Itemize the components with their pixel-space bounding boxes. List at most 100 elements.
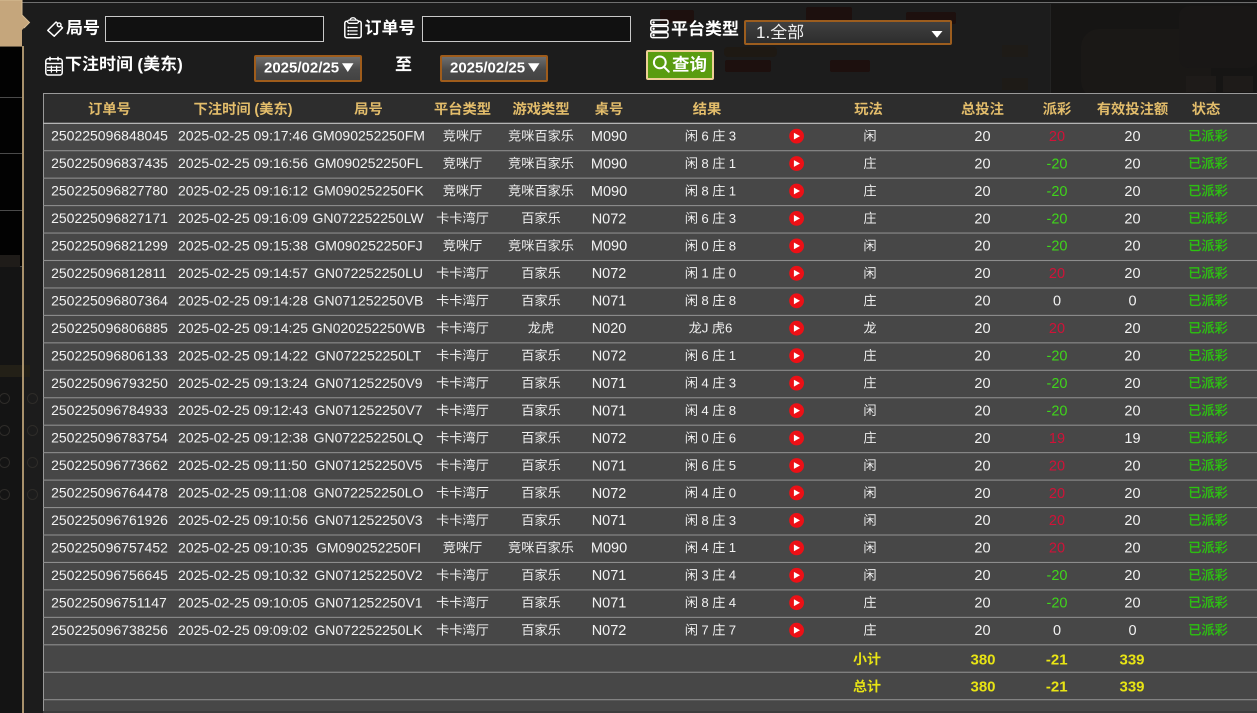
- svg-text:20: 20: [1049, 486, 1065, 502]
- svg-text:20: 20: [974, 129, 990, 145]
- svg-text:250225096783754: 250225096783754: [51, 430, 168, 446]
- svg-text:2025-02-25 09:16:09: 2025-02-25 09:16:09: [178, 210, 308, 226]
- svg-text:20: 20: [1124, 184, 1140, 200]
- svg-text:-20: -20: [1047, 403, 1068, 419]
- svg-text:20: 20: [1124, 596, 1140, 612]
- svg-text:2025-02-25 09:16:56: 2025-02-25 09:16:56: [178, 155, 308, 171]
- svg-text:1: 1: [729, 156, 736, 171]
- svg-text:20: 20: [1124, 239, 1140, 255]
- svg-text:N072: N072: [592, 431, 627, 447]
- svg-text:-20: -20: [1047, 156, 1068, 172]
- svg-text:20: 20: [974, 568, 990, 584]
- svg-text:1: 1: [729, 183, 736, 198]
- svg-text:20: 20: [974, 458, 990, 474]
- svg-text:4: 4: [729, 595, 736, 610]
- svg-text:20: 20: [1124, 486, 1140, 502]
- svg-text:2025-02-25 09:10:35: 2025-02-25 09:10:35: [178, 540, 308, 556]
- svg-text:250225096738256: 250225096738256: [51, 622, 168, 638]
- svg-text:5: 5: [729, 458, 736, 473]
- svg-text:-20: -20: [1047, 349, 1068, 365]
- svg-text:N071: N071: [592, 596, 627, 612]
- svg-text:0: 0: [701, 238, 708, 253]
- svg-text:20: 20: [974, 294, 990, 310]
- svg-text:2025-02-25 09:17:46: 2025-02-25 09:17:46: [178, 128, 308, 144]
- svg-text:GM090252250FL: GM090252250FL: [314, 155, 423, 171]
- svg-text:250225096806133: 250225096806133: [51, 347, 168, 363]
- svg-text:6: 6: [729, 430, 736, 445]
- svg-text:3: 3: [701, 568, 708, 583]
- svg-text:N071: N071: [592, 294, 627, 310]
- svg-text:250225096773662: 250225096773662: [51, 457, 168, 473]
- svg-text:N072: N072: [592, 623, 627, 639]
- svg-text:N072: N072: [592, 211, 627, 227]
- svg-text:8: 8: [729, 238, 736, 253]
- svg-text:19: 19: [1124, 431, 1140, 447]
- svg-text:M090: M090: [591, 541, 627, 557]
- svg-text:7: 7: [701, 623, 708, 638]
- svg-text:20: 20: [974, 513, 990, 529]
- svg-text:M090: M090: [591, 184, 627, 200]
- svg-text:250225096784933: 250225096784933: [51, 402, 168, 418]
- svg-text:20: 20: [1124, 568, 1140, 584]
- svg-text:20: 20: [1124, 541, 1140, 557]
- svg-text:250225096757452: 250225096757452: [51, 540, 168, 556]
- svg-text:20: 20: [974, 349, 990, 365]
- svg-text:1.: 1.: [756, 23, 770, 42]
- svg-text:1: 1: [729, 540, 736, 555]
- svg-text:-20: -20: [1047, 376, 1068, 392]
- svg-text:250225096837435: 250225096837435: [51, 155, 168, 171]
- svg-text:20: 20: [974, 486, 990, 502]
- svg-text:250225096761926: 250225096761926: [51, 512, 168, 528]
- svg-text:0: 0: [1129, 623, 1137, 639]
- svg-text:3: 3: [729, 129, 736, 144]
- svg-text:3: 3: [729, 513, 736, 528]
- svg-text:2025-02-25 09:13:24: 2025-02-25 09:13:24: [178, 375, 308, 391]
- svg-text:20: 20: [1049, 129, 1065, 145]
- svg-text:-21: -21: [1046, 679, 1068, 696]
- svg-text:3: 3: [729, 211, 736, 226]
- svg-text:2025-02-25 09:11:50: 2025-02-25 09:11:50: [178, 457, 307, 473]
- svg-text:20: 20: [1049, 458, 1065, 474]
- svg-text:2025-02-25 09:09:02: 2025-02-25 09:09:02: [178, 622, 308, 638]
- svg-text:250225096848045: 250225096848045: [51, 128, 168, 144]
- svg-text:250225096806885: 250225096806885: [51, 320, 168, 336]
- svg-text:6: 6: [725, 321, 732, 336]
- svg-text:): ): [177, 55, 183, 74]
- svg-text:3: 3: [729, 376, 736, 391]
- svg-text:1: 1: [701, 266, 708, 281]
- svg-text:GN071252250V1: GN071252250V1: [314, 594, 422, 610]
- svg-text:M090: M090: [591, 156, 627, 172]
- svg-text:GN071252250VB: GN071252250VB: [314, 292, 424, 308]
- svg-text:2025/02/25: 2025/02/25: [264, 59, 339, 76]
- svg-text:20: 20: [974, 156, 990, 172]
- svg-text:20: 20: [974, 321, 990, 337]
- svg-text:8: 8: [729, 293, 736, 308]
- svg-text:7: 7: [729, 623, 736, 638]
- svg-text:20: 20: [1124, 266, 1140, 282]
- svg-text:20: 20: [1124, 321, 1140, 337]
- svg-text:(: (: [254, 102, 259, 118]
- svg-text:GN071252250V7: GN071252250V7: [314, 402, 422, 418]
- svg-text:20: 20: [974, 541, 990, 557]
- svg-text:N071: N071: [592, 403, 627, 419]
- svg-text:GN071252250V5: GN071252250V5: [314, 457, 422, 473]
- svg-text:2025-02-25 09:12:38: 2025-02-25 09:12:38: [178, 430, 308, 446]
- svg-text:0: 0: [701, 430, 708, 445]
- svg-text:20: 20: [974, 266, 990, 282]
- svg-text:20: 20: [1049, 266, 1065, 282]
- svg-text:GM090252250FJ: GM090252250FJ: [314, 238, 422, 254]
- svg-text:N071: N071: [592, 568, 627, 584]
- svg-text:6: 6: [701, 129, 708, 144]
- svg-text:2025-02-25 09:11:08: 2025-02-25 09:11:08: [178, 485, 307, 501]
- svg-text:8: 8: [701, 156, 708, 171]
- svg-text:20: 20: [974, 403, 990, 419]
- svg-text:20: 20: [1124, 129, 1140, 145]
- svg-text:20: 20: [1124, 458, 1140, 474]
- svg-text:M090: M090: [591, 239, 627, 255]
- svg-text:20: 20: [1049, 321, 1065, 337]
- svg-text:GM090252250FI: GM090252250FI: [316, 540, 421, 556]
- svg-text:-21: -21: [1046, 651, 1068, 668]
- svg-text:0: 0: [729, 485, 736, 500]
- svg-text:-20: -20: [1047, 184, 1068, 200]
- svg-text:20: 20: [1124, 211, 1140, 227]
